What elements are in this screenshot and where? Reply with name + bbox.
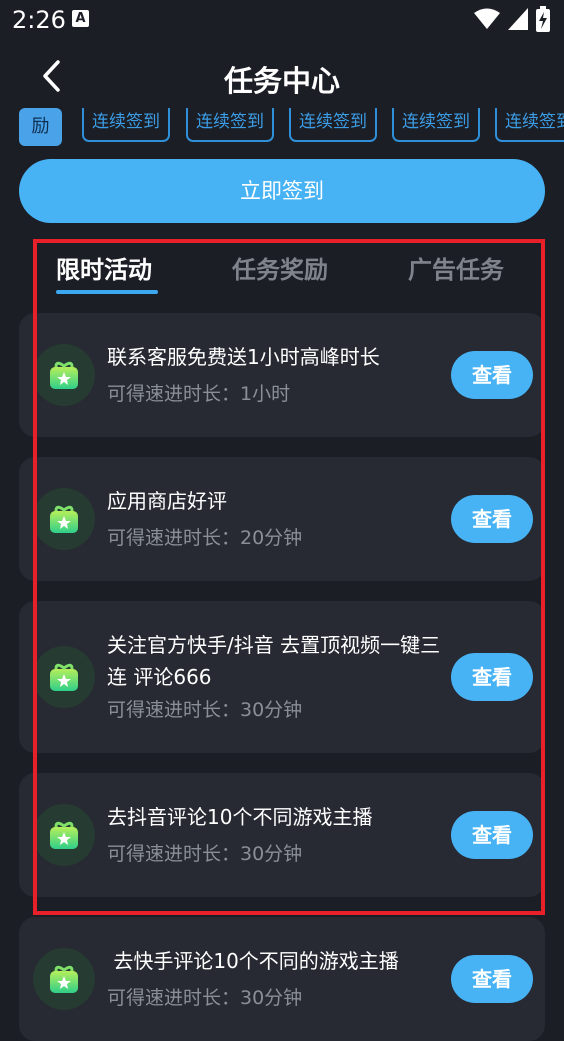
- app-header: 任务中心: [0, 40, 564, 115]
- checkin-chip-reward[interactable]: 励: [19, 108, 62, 146]
- sign-in-button[interactable]: 立即签到: [19, 159, 545, 223]
- checkin-chip[interactable]: 连续签到: [82, 108, 170, 142]
- notification-a-icon: A: [72, 10, 89, 27]
- task-reward: 可得速进时长：30分钟: [107, 843, 303, 865]
- tab-limited-activity[interactable]: 限时活动: [56, 250, 152, 285]
- page-title: 任务中心: [223, 64, 340, 98]
- checkin-chip[interactable]: 连续签到: [186, 108, 274, 142]
- active-tab-indicator: [56, 290, 158, 294]
- gift-icon: [33, 344, 95, 406]
- task-title: 联系客服免费送1小时高峰时长: [107, 345, 380, 369]
- signal-icon: [508, 8, 528, 30]
- status-bar: 2:26 A: [0, 0, 564, 40]
- view-button[interactable]: 查看: [451, 351, 533, 399]
- status-time: 2:26: [12, 6, 66, 34]
- checkin-chip[interactable]: 连续签到: [495, 108, 564, 142]
- tab-task-rewards[interactable]: 任务奖励: [232, 250, 328, 285]
- task-reward: 可得速进时长：30分钟: [107, 987, 303, 1009]
- view-button[interactable]: 查看: [451, 653, 533, 701]
- task-card: 关注官方快手/抖音 去置顶视频一键三连 评论666 可得速进时长：30分钟 查看: [19, 601, 545, 753]
- tab-ad-tasks[interactable]: 广告任务: [408, 250, 504, 285]
- task-title: 关注官方快手/抖音 去置顶视频一键三连 评论666: [107, 633, 441, 689]
- gift-icon: [33, 488, 95, 550]
- checkin-chip[interactable]: 连续签到: [392, 108, 480, 142]
- task-title: 应用商店好评: [107, 489, 227, 513]
- view-button[interactable]: 查看: [451, 955, 533, 1003]
- gift-icon: [33, 804, 95, 866]
- battery-icon: [536, 6, 550, 32]
- task-title: 去快手评论10个不同的游戏主播: [107, 949, 399, 973]
- task-card: 去快手评论10个不同的游戏主播 可得速进时长：30分钟 查看: [19, 917, 545, 1041]
- system-icons: [474, 6, 550, 32]
- task-tabs: 限时活动 任务奖励 广告任务: [0, 240, 564, 300]
- task-card: 联系客服免费送1小时高峰时长 可得速进时长：1小时 查看: [19, 313, 545, 437]
- view-button[interactable]: 查看: [451, 495, 533, 543]
- task-title: 去抖音评论10个不同游戏主播: [107, 805, 373, 829]
- gift-icon: [33, 646, 95, 708]
- view-button[interactable]: 查看: [451, 811, 533, 859]
- task-reward: 可得速进时长：20分钟: [107, 527, 303, 549]
- task-card: 去抖音评论10个不同游戏主播 可得速进时长：30分钟 查看: [19, 773, 545, 897]
- checkin-chip-row[interactable]: 励 连续签到 连续签到 连续签到 连续签到 连续签到: [0, 108, 564, 148]
- task-card: 应用商店好评 可得速进时长：20分钟 查看: [19, 457, 545, 581]
- task-reward: 可得速进时长：30分钟: [107, 699, 303, 721]
- gift-icon: [33, 948, 95, 1010]
- wifi-icon: [474, 8, 500, 29]
- task-reward: 可得速进时长：1小时: [107, 383, 291, 405]
- checkin-chip[interactable]: 连续签到: [289, 108, 377, 142]
